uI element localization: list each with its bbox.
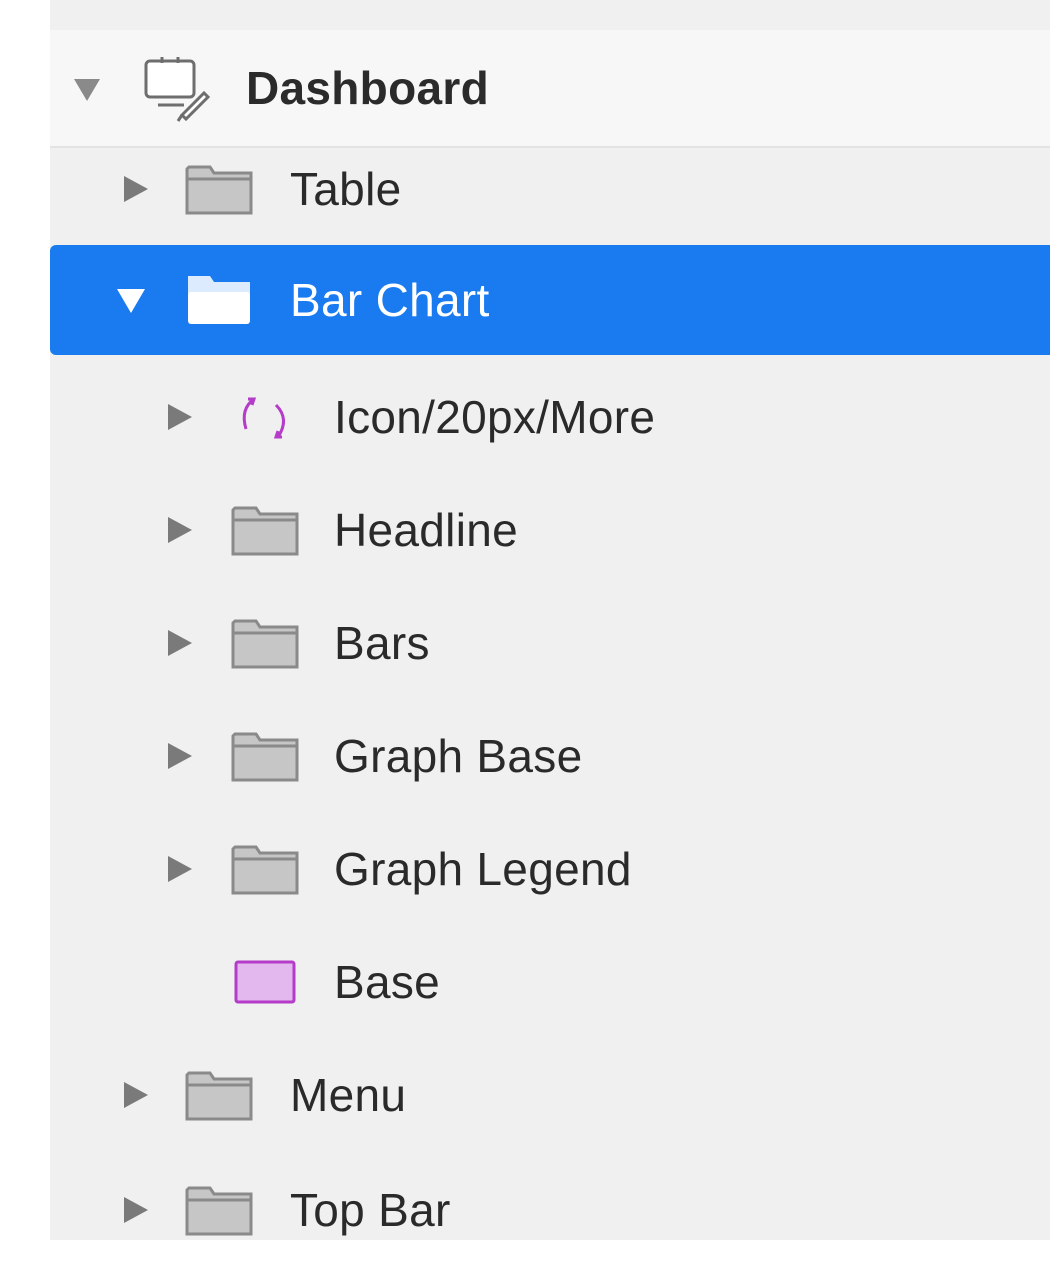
disclosure-collapsed-icon[interactable] <box>164 628 194 658</box>
layer-label-menu: Menu <box>290 1069 407 1121</box>
layer-label-dashboard: Dashboard <box>246 62 489 114</box>
disclosure-collapsed-icon[interactable] <box>120 174 150 204</box>
layer-row-headline[interactable]: Headline <box>50 475 1050 585</box>
layer-label-bar-chart: Bar Chart <box>290 274 490 326</box>
layer-row-bars[interactable]: Bars <box>50 588 1050 698</box>
layer-row-graph-legend[interactable]: Graph Legend <box>50 814 1050 924</box>
folder-icon <box>184 1067 254 1123</box>
folder-icon <box>230 728 300 784</box>
layer-label-bars: Bars <box>334 617 430 669</box>
artboard-icon <box>138 53 218 123</box>
layer-label-graph-base: Graph Base <box>334 730 583 782</box>
folder-icon <box>184 1182 254 1238</box>
layer-label-table: Table <box>290 163 402 215</box>
disclosure-collapsed-icon[interactable] <box>164 741 194 771</box>
layer-row-dashboard[interactable]: Dashboard <box>50 30 1050 148</box>
layer-label-top-bar: Top Bar <box>290 1184 451 1236</box>
folder-icon <box>230 502 300 558</box>
layer-row-base[interactable]: Base <box>50 927 1050 1037</box>
rectangle-shape-icon <box>230 954 300 1010</box>
folder-icon <box>184 161 254 217</box>
layer-row-menu[interactable]: Menu <box>50 1040 1050 1150</box>
disclosure-expanded-icon[interactable] <box>116 285 146 315</box>
layer-label-graph-legend: Graph Legend <box>334 843 632 895</box>
disclosure-collapsed-icon[interactable] <box>164 515 194 545</box>
layer-label-icon-more: Icon/20px/More <box>334 391 656 443</box>
symbol-icon <box>230 389 300 445</box>
layer-row-icon-more[interactable]: Icon/20px/More <box>50 362 1050 472</box>
disclosure-collapsed-icon[interactable] <box>164 402 194 432</box>
layer-row-top-bar[interactable]: Top Bar <box>50 1155 1050 1265</box>
folder-icon <box>230 841 300 897</box>
disclosure-expanded-icon[interactable] <box>72 73 102 103</box>
left-gutter <box>0 0 50 1240</box>
layer-label-headline: Headline <box>334 504 518 556</box>
layer-row-graph-base[interactable]: Graph Base <box>50 701 1050 811</box>
layer-label-base: Base <box>334 956 441 1008</box>
folder-icon <box>230 615 300 671</box>
folder-open-icon <box>184 272 254 328</box>
disclosure-collapsed-icon[interactable] <box>120 1195 150 1225</box>
layer-row-table[interactable]: Table <box>50 134 1050 244</box>
disclosure-collapsed-icon[interactable] <box>120 1080 150 1110</box>
layer-row-bar-chart[interactable]: Bar Chart <box>50 245 1050 355</box>
disclosure-collapsed-icon[interactable] <box>164 854 194 884</box>
